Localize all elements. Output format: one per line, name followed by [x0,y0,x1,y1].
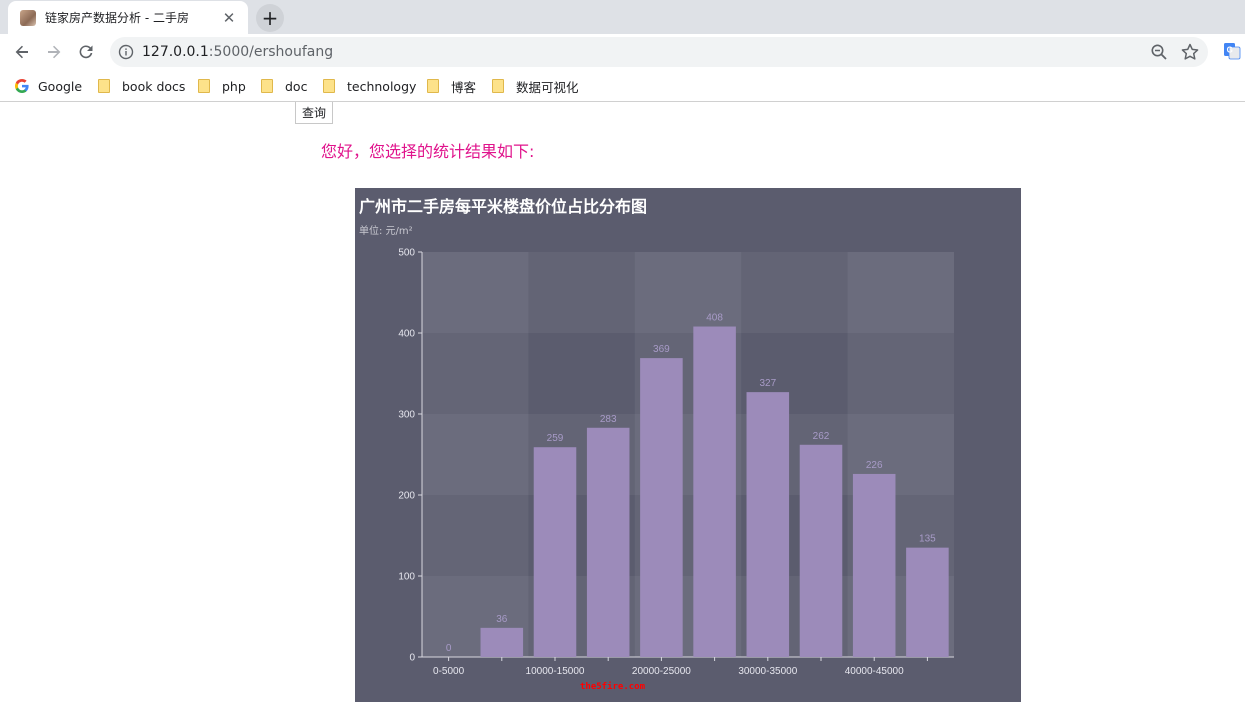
bookmark-label: 博客 [451,79,477,95]
url-host: 127.0.0.1 [142,44,209,60]
bookmark-technology[interactable]: technology [323,76,416,96]
folder-icon [427,79,439,93]
y-tick-label: 400 [398,329,415,340]
x-tick-label: 40000-45000 [845,666,904,677]
reload-icon [79,45,93,59]
y-tick-label: 300 [398,410,415,421]
bar [799,444,843,657]
data-label: 262 [813,431,830,442]
x-tick-label: 0-5000 [433,666,465,677]
tab-title: 链家房产数据分析 - 二手房 [45,11,189,25]
folder-icon [261,79,273,93]
bookmark-star-icon[interactable] [1180,42,1200,62]
bar [640,358,683,657]
translate-extension-icon[interactable]: G [1223,42,1241,60]
folder-icon [98,79,110,93]
data-label: 0 [446,643,452,654]
zoom-out-icon[interactable] [1150,43,1168,61]
bar [852,473,896,657]
bookmark-label: Google [38,78,83,94]
bar [693,326,736,657]
folder-icon [323,79,335,93]
folder-icon [492,79,504,93]
close-icon[interactable]: ✕ [220,9,238,27]
address-bar[interactable]: 127.0.0.1:5000/ershoufang [110,37,1208,67]
tab-active[interactable]: 链家房产数据分析 - 二手房 ✕ [8,1,248,34]
bookmark-php[interactable]: php [198,76,246,96]
new-tab-button[interactable]: + [256,4,284,32]
svg-text:G: G [1227,46,1233,55]
google-icon [15,79,29,93]
bar [533,447,577,657]
data-label: 226 [866,460,883,471]
watermark: the5fire.com [580,682,646,692]
bookmark-doc[interactable]: doc [261,76,307,96]
browser-toolbar: 127.0.0.1:5000/ershoufang G [0,34,1245,70]
data-label: 135 [919,534,936,545]
site-favicon-icon [20,9,36,26]
y-tick-label: 0 [409,653,415,664]
x-tick-label: 30000-35000 [738,666,797,677]
y-tick-label: 500 [398,248,415,259]
tab-strip: 链家房产数据分析 - 二手房 ✕ + [0,0,1245,34]
back-arrow-icon [15,45,28,59]
bookmark-label: technology [347,78,417,94]
bookmark-label: 数据可视化 [516,79,579,95]
url-text: 127.0.0.1:5000/ershoufang [142,44,333,60]
data-label: 283 [600,414,617,425]
y-tick-label: 100 [398,572,415,583]
data-label: 327 [759,378,776,389]
bookmark-label: php [222,78,246,94]
bookmark-google[interactable]: Google [14,76,82,96]
info-icon[interactable] [118,44,134,60]
bar [746,392,790,657]
price-distribution-chart: 广州市二手房每平米楼盘价位占比分布图 单位: 元/m² 0 100 200 300 40… [355,188,1021,702]
bar [480,627,524,657]
bar [906,547,949,657]
query-button[interactable]: 查询 [295,102,334,124]
bookmark-label: book docs [122,78,186,94]
forward-button[interactable] [40,38,68,66]
y-tick-label: 200 [398,491,415,502]
reload-button[interactable] [72,38,100,66]
bookmark-data-visualization[interactable]: 数据可视化 [492,76,579,96]
data-label: 259 [547,433,564,444]
data-label: 36 [496,614,508,625]
split-area-band [422,252,954,333]
url-path: :5000/ershoufang [208,44,334,60]
x-tick-label: 20000-25000 [632,666,691,677]
data-label: 408 [706,313,723,324]
back-button[interactable] [8,38,36,66]
bookmark-blog[interactable]: 博客 [427,76,476,96]
folder-icon [198,79,210,93]
bookmark-book-docs[interactable]: book docs [98,76,185,96]
bookmarks-bar: Google book docs php doc technology 博客 数… [0,70,1245,102]
bar [586,427,630,657]
result-greeting: 您好，您选择的统计结果如下: [321,142,535,161]
forward-arrow-icon [48,45,61,59]
bar-chart-svg: 0 100 200 300 400 500 0 36 259 283 369 408 327 262 226… [398,248,954,677]
data-label: 369 [653,344,670,355]
x-tick-label: 10000-15000 [526,666,585,677]
page-content: 查询 您好，您选择的统计结果如下: 广州市二手房每平米楼盘价位占比分布图 单位:… [0,102,1245,702]
bookmark-label: doc [285,78,308,94]
